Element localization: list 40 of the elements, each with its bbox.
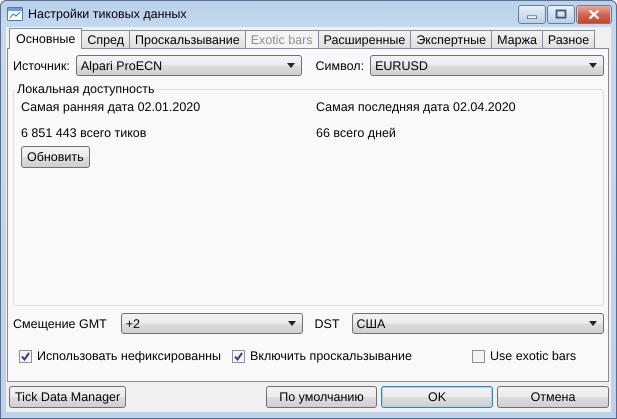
dialog-button[interactable]: Отмена [497, 386, 609, 408]
dst-label: DST [314, 316, 340, 330]
minimize-button[interactable] [518, 5, 546, 24]
earliest-date: Самая ранняя дата 02.01.2020 [21, 100, 202, 114]
window-title: Настройки тиковых данных [28, 7, 188, 21]
total-days: 66 всего дней [316, 126, 598, 140]
app-icon [7, 7, 23, 21]
dropdown-arrow-icon [589, 63, 597, 68]
dialog-button[interactable]: Tick Data Manager [9, 386, 126, 408]
option-label: Use exotic bars [490, 349, 576, 363]
refresh-button[interactable]: Обновить [21, 146, 90, 168]
tab[interactable]: Расширенные [318, 30, 412, 48]
dropdown-arrow-icon [288, 321, 296, 326]
tab[interactable]: Разное [542, 30, 596, 48]
dst-dropdown[interactable]: США [352, 313, 604, 334]
gmt-offset-dropdown[interactable]: +2 [120, 313, 302, 334]
symbol-label: Символ: [316, 58, 364, 72]
dropdown-arrow-icon [589, 321, 597, 326]
tab[interactable]: Проскальзывание [129, 30, 246, 48]
dialog-button[interactable]: OK [381, 386, 493, 408]
gmt-offset-label: Смещение GMT [13, 316, 107, 330]
latest-date: Самая последняя дата 02.04.2020 [316, 100, 517, 114]
checkbox[interactable] [472, 350, 485, 362]
tab[interactable]: Основные [9, 28, 82, 49]
option-label: Использовать нефиксированны [37, 349, 222, 363]
checkbox[interactable] [232, 350, 245, 362]
group-title: Локальная доступность [16, 82, 156, 96]
source-dropdown[interactable]: Alpari ProECN [76, 55, 302, 76]
tab[interactable]: Спред [81, 30, 130, 48]
checkbox[interactable] [19, 350, 32, 362]
tab[interactable]: Экспертные [410, 30, 492, 48]
maximize-button[interactable] [547, 5, 575, 24]
source-label: Источник: [13, 58, 70, 72]
dialog-button[interactable]: По умолчанию [266, 386, 377, 408]
tab[interactable]: Маржа [491, 30, 543, 48]
dropdown-arrow-icon [286, 63, 294, 68]
total-ticks: 6 851 443 всего тиков [21, 126, 148, 140]
close-button[interactable] [576, 5, 612, 24]
symbol-dropdown[interactable]: EURUSD [370, 55, 604, 76]
option-label: Включить проскальзывание [250, 349, 412, 363]
